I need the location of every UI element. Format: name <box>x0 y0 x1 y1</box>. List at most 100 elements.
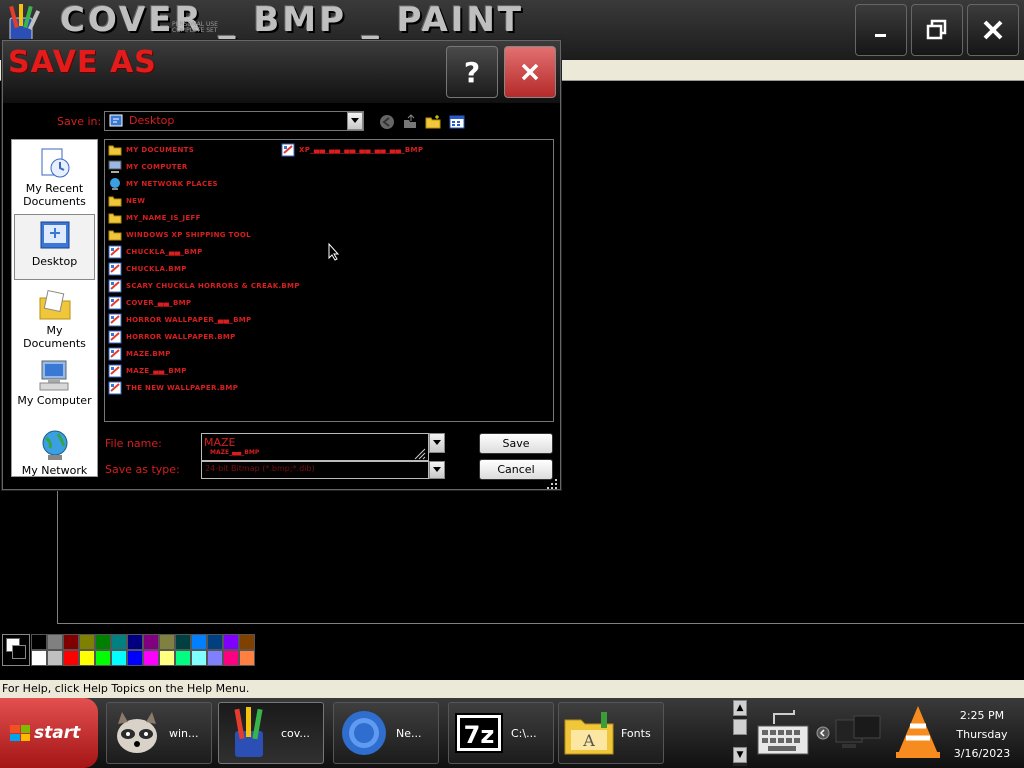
color-swatch[interactable] <box>143 634 159 650</box>
file-name-label: File name: <box>105 437 162 450</box>
file-list-item[interactable]: MAZE_▄▄_BMP <box>108 363 187 379</box>
color-swatch[interactable] <box>143 650 159 666</box>
color-swatch[interactable] <box>79 650 95 666</box>
new-folder-icon[interactable] <box>425 114 441 130</box>
color-swatch[interactable] <box>127 634 143 650</box>
file-list-item[interactable]: CHUCKLA.BMP <box>108 261 187 277</box>
place-my-computer[interactable]: My Computer <box>14 354 95 420</box>
scroll-thumb[interactable] <box>733 719 747 735</box>
network-tray-icon[interactable] <box>834 712 884 752</box>
color-swatch[interactable] <box>47 634 63 650</box>
color-swatch[interactable] <box>31 634 47 650</box>
color-swatch[interactable] <box>79 634 95 650</box>
dialog-close-button[interactable] <box>504 46 556 98</box>
minimize-button[interactable] <box>855 4 907 56</box>
color-swatch[interactable] <box>63 650 79 666</box>
back-icon[interactable] <box>379 114 395 130</box>
color-swatch[interactable] <box>239 650 255 666</box>
start-label: start <box>34 723 81 743</box>
color-swatch[interactable] <box>175 634 191 650</box>
file-list-item[interactable]: MY NETWORK PLACES <box>108 176 218 192</box>
color-swatch[interactable] <box>223 650 239 666</box>
dialog-title-bar[interactable]: SAVE AS ? <box>3 41 560 103</box>
file-name: CHUCKLA_▄▄_BMP <box>126 248 203 256</box>
color-swatch[interactable] <box>111 634 127 650</box>
restore-button[interactable] <box>911 4 963 56</box>
help-button[interactable]: ? <box>446 46 498 98</box>
my-network-icon <box>38 428 72 462</box>
color-swatch[interactable] <box>159 650 175 666</box>
file-name-autocomplete[interactable]: MAZE_▄▄_BMP <box>210 449 259 456</box>
cancel-button[interactable]: Cancel <box>479 459 553 480</box>
svg-text:A: A <box>582 731 595 750</box>
close-button[interactable] <box>967 4 1019 56</box>
color-swatch[interactable] <box>127 650 143 666</box>
color-swatch[interactable] <box>223 634 239 650</box>
paint-brushes-icon <box>223 707 275 759</box>
save-in-combobox[interactable]: Desktop <box>104 111 364 131</box>
file-list[interactable]: MY DOCUMENTS MY COMPUTER MY NETWORK PLACES… <box>104 139 554 422</box>
file-list-item[interactable]: HORROR WALLPAPER_▄▄_BMP <box>108 312 251 328</box>
resize-grip-icon[interactable] <box>414 448 426 460</box>
up-folder-icon[interactable] <box>402 114 418 130</box>
place-my-documents[interactable]: My Documents <box>14 284 95 350</box>
file-list-item[interactable]: WINDOWS XP SHIPPING TOOL <box>108 227 251 243</box>
vlc-tray-icon[interactable] <box>890 704 946 762</box>
save-as-type-select[interactable]: 24-bit Bitmap (*.bmp;*.dib) <box>201 461 429 479</box>
place-my-recent-documents[interactable]: My Recent Documents <box>14 142 95 208</box>
file-list-item[interactable]: MY_NAME_IS_JEFF <box>108 210 201 226</box>
color-swatch[interactable] <box>175 650 191 666</box>
place-my-network[interactable]: My Network <box>14 424 95 490</box>
file-list-item[interactable]: THE NEW WALLPAPER.BMP <box>108 380 238 396</box>
file-list-item[interactable]: MY DOCUMENTS <box>108 142 194 158</box>
place-desktop[interactable]: Desktop <box>14 214 95 280</box>
view-menu-icon[interactable] <box>449 114 465 130</box>
color-swatch[interactable] <box>111 650 127 666</box>
file-list-item[interactable]: HORROR WALLPAPER.BMP <box>108 329 236 345</box>
place-label: Desktop <box>31 255 78 268</box>
keyboard-tray-icon[interactable] <box>754 708 814 758</box>
file-list-item[interactable]: NEW <box>108 193 145 209</box>
taskbar-item-browser[interactable]: Ne... <box>333 702 439 764</box>
tray-expand-icon[interactable] <box>816 726 830 740</box>
color-swatch[interactable] <box>207 650 223 666</box>
color-swatch[interactable] <box>191 650 207 666</box>
taskbar-item-fonts[interactable]: A Fonts <box>558 702 664 764</box>
file-list-item[interactable]: MAZE.BMP <box>108 346 171 362</box>
color-swatch[interactable] <box>191 634 207 650</box>
save-as-type-dropdown-button[interactable] <box>429 461 445 479</box>
file-list-item[interactable]: SCARY CHUCKLA HORRORS & CREAK.BMP <box>108 278 300 294</box>
file-list-item[interactable]: MY COMPUTER <box>108 159 188 175</box>
color-swatch[interactable] <box>63 634 79 650</box>
current-color-selector[interactable] <box>2 634 30 666</box>
file-name: MAZE_▄▄_BMP <box>126 367 187 375</box>
file-list-item[interactable]: CHUCKLA_▄▄_BMP <box>108 244 203 260</box>
chevron-down-icon <box>433 440 441 445</box>
dialog-resize-grip-icon[interactable] <box>546 478 558 490</box>
file-list-item[interactable]: COVER_▄▄_BMP <box>108 295 191 311</box>
save-in-dropdown-button[interactable] <box>347 112 363 130</box>
taskbar-item-cover-paint[interactable]: cov... <box>218 702 324 764</box>
save-button[interactable]: Save <box>479 433 553 454</box>
color-swatch[interactable] <box>159 634 175 650</box>
file-name: WINDOWS XP SHIPPING TOOL <box>126 231 251 239</box>
file-name-input[interactable]: MAZE MAZE_▄▄_BMP <box>201 433 429 461</box>
scroll-up-icon[interactable]: ▲ <box>733 700 747 716</box>
color-swatch[interactable] <box>31 650 47 666</box>
start-button[interactable]: start <box>0 698 98 768</box>
taskbar-scroller[interactable]: ▲ ▼ <box>733 700 747 766</box>
color-swatch[interactable] <box>239 634 255 650</box>
file-list-item[interactable]: XP_▄▄_▄▄_▄▄_▄▄_▄▄_▄▄_BMP <box>281 142 423 158</box>
bitmap-file-icon <box>108 262 122 276</box>
clock[interactable]: 2:25 PM Thursday 3/16/2023 <box>950 706 1014 763</box>
taskbar-item-win[interactable]: win... <box>106 702 212 764</box>
taskbar-item-7zip[interactable]: 7z C:\... <box>448 702 554 764</box>
color-swatch[interactable] <box>95 650 111 666</box>
color-swatch[interactable] <box>95 634 111 650</box>
desktop-icon <box>38 219 72 253</box>
file-name-dropdown-button[interactable] <box>429 433 445 453</box>
color-swatch[interactable] <box>207 634 223 650</box>
color-swatch[interactable] <box>47 650 63 666</box>
scroll-down-icon[interactable]: ▼ <box>733 747 747 763</box>
folder-icon <box>108 211 122 225</box>
